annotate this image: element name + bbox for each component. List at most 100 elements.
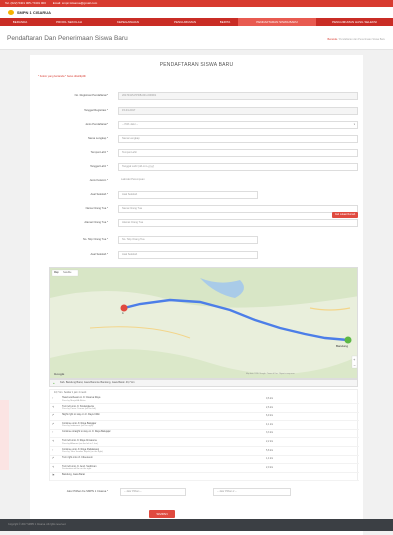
field-value: Tempat Lahir xyxy=(122,151,137,154)
field-input[interactable]: Alamat Orang Tua xyxy=(118,219,358,227)
field-label: Tanggal Registrasi * xyxy=(84,109,108,112)
step-distance: 5,8 km xyxy=(266,448,274,452)
field-value: Nama Orang Tua xyxy=(122,207,142,210)
nav-item-profil[interactable]: PROFIL SEKOLAH xyxy=(40,18,98,26)
field-value: 20170415-PPDB-001-000001 xyxy=(122,94,157,97)
step-instruction: Bandung, Jawa Barat xyxy=(62,473,85,477)
registration-form-card: PENDAFTARAN SISWA BARU * Kolom yang bert… xyxy=(30,55,363,535)
field-input[interactable]: Nama Orang Tua xyxy=(118,205,358,213)
main-nav: BERANDA PROFIL SEKOLAH KEPEGAWAIAN PENGU… xyxy=(0,18,393,26)
nav-item-hasil-seleksi[interactable]: PENGUMUMAN HASIL SELEKSI xyxy=(316,18,393,26)
breadcrumb-home[interactable]: Beranda xyxy=(327,38,336,41)
required-note: * Kolom yang bertanda * harus diisi/dipi… xyxy=(38,75,86,78)
field-value: Tanggal Lahir (dd-mm-yyyy) xyxy=(122,165,155,168)
direction-arrow-icon: ↑ xyxy=(52,396,54,400)
step-distance: 2,6 km xyxy=(266,405,274,409)
field-label: Nama Orang Tua * xyxy=(85,207,108,210)
school-logo-icon[interactable] xyxy=(8,10,14,15)
field-value: Asal Sekolah xyxy=(122,253,138,256)
page-header: Pendaftaran Dan Penerimaan Siswa Baru Be… xyxy=(0,26,393,50)
step-detail: Pass by Pasar Cisarua (on the left) xyxy=(62,408,96,411)
field-radio-group[interactable]: Laki-laki Perempuan xyxy=(118,177,198,185)
route-step[interactable]: ⚑ Bandung, Jawa Barat xyxy=(50,472,359,482)
field-input[interactable]: Nama Lengkap xyxy=(118,135,358,143)
field-input: 15-04-2017 xyxy=(118,107,358,115)
field-label: Jenis Kelamin * xyxy=(89,179,108,182)
step-distance: 1,4 km xyxy=(266,457,274,461)
step-detail: Pass by Indomaret (on the right) xyxy=(62,425,94,428)
jalur-pilihan-label: Jalur Pilihan Ke SMPN 1 Cisarua * xyxy=(66,490,108,493)
direction-arrow-icon: ⚑ xyxy=(52,473,55,478)
map-mode-map[interactable]: Map xyxy=(54,271,59,274)
step-distance: 6,9 km xyxy=(266,414,274,418)
route-header: 43,7 km. Sekitar 1 jam 4 menit xyxy=(54,391,87,394)
field-value: Asal Sekolah xyxy=(122,193,138,196)
breadcrumb: Beranda / Pendaftaran dan Penerimaan Sis… xyxy=(327,38,385,41)
field-input[interactable]: Tanggal Lahir (dd-mm-yyyy) xyxy=(118,163,358,171)
footer: Copyright © 2017 SMPN 1 Cisarua. All rig… xyxy=(0,519,393,531)
start-marker-label: A xyxy=(122,312,124,315)
step-instruction: Slight right to stay on Jl. Raya Cililin xyxy=(62,413,101,417)
field-value: 15-04-2017 xyxy=(122,109,136,112)
direction-arrow-icon: ↱ xyxy=(52,413,55,418)
field-select[interactable]: -- Pilih Jalur -- ▾ xyxy=(118,121,358,129)
form-title: PENDAFTARAN SISWA BARU xyxy=(159,62,234,68)
nav-item-beranda[interactable]: BERANDA xyxy=(0,18,40,26)
find-location-button[interactable]: Cari Lokasi Rumah xyxy=(332,212,358,218)
brand-row: SMPN 1 CISARUA xyxy=(0,7,393,18)
route-map[interactable]: + − Map Satellite A Bandung Google Map d… xyxy=(49,267,358,379)
end-marker-icon xyxy=(344,336,352,344)
step-distance: 3,3 km xyxy=(266,431,274,435)
field-value: Nama Lengkap xyxy=(122,137,140,140)
direction-arrow-icon: ↱ xyxy=(52,456,55,461)
field-value: Alamat Orang Tua xyxy=(122,221,144,224)
field-label: Asal Sekolah * xyxy=(90,193,108,196)
direction-arrow-icon: ↑ xyxy=(52,430,54,435)
field-value: Laki-laki Perempuan xyxy=(121,178,145,181)
field-label: Asal Sekolah * xyxy=(90,253,108,256)
route-summary-text: Kab. Bandung Barat, Jawa Barat ke Bandun… xyxy=(60,381,135,384)
map-mode-satellite[interactable]: Satellite xyxy=(63,271,72,274)
jalur-pilihan-1-select[interactable]: -- Jalur Pilihan -- xyxy=(120,488,186,496)
field-input[interactable]: No. Telp Orang Tua xyxy=(118,236,258,244)
route-marker-icon: ● xyxy=(53,382,55,385)
map-canvas: + − xyxy=(50,268,357,378)
step-instruction: Continue straight to stay on Jl. Raya Ba… xyxy=(62,430,111,434)
start-marker-icon xyxy=(120,304,128,312)
end-city-label: Bandung xyxy=(336,344,349,348)
step-detail: Pass by Alfamart (on the left in 1 km) xyxy=(62,442,98,445)
nav-item-pendaftaran[interactable]: PENDAFTARAN SISWA BARU xyxy=(238,18,316,26)
step-instruction: Turn right onto Jl. Cibeureum xyxy=(62,456,93,460)
field-value: No. Telp Orang Tua xyxy=(122,238,145,241)
field-label: Nama Lengkap * xyxy=(87,137,108,140)
chevron-down-icon: ▾ xyxy=(353,123,355,126)
field-label: Alamat Orang Tua * xyxy=(84,221,108,224)
submit-button[interactable]: SIMPAN xyxy=(149,510,175,518)
field-value: -- Pilih Jalur -- xyxy=(122,123,139,126)
map-attribution[interactable]: Map data ©2017 Google · Terms of Use · R… xyxy=(246,373,295,375)
nav-item-pengumuman[interactable]: PENGUMUMAN xyxy=(158,18,212,26)
route-summary: ● Kab. Bandung Barat, Jawa Barat ke Band… xyxy=(49,379,358,387)
step-distance: 2,2 km xyxy=(266,440,274,443)
nav-item-berita[interactable]: BERITA xyxy=(212,18,238,26)
side-decoration xyxy=(0,400,9,470)
phone-text: Tel. (022) 5401 005 / 5401 000 xyxy=(5,1,46,5)
field-label: Tanggal Lahir * xyxy=(90,165,108,168)
page-title: Pendaftaran Dan Penerimaan Siswa Baru xyxy=(7,35,128,42)
google-logo: Google xyxy=(54,372,65,376)
brand-name[interactable]: SMPN 1 CISARUA xyxy=(17,10,51,15)
field-input[interactable]: Tempat Lahir xyxy=(118,149,358,157)
email-text: Email: smpn1cisarua@gmail.com xyxy=(52,1,98,5)
step-distance: 0,6 km xyxy=(266,397,274,400)
breadcrumb-current: Pendaftaran dan Penerimaan Siswa Baru xyxy=(338,38,385,41)
direction-arrow-icon: ↑ xyxy=(52,447,54,452)
field-input[interactable]: Asal Sekolah xyxy=(118,191,258,199)
field-input: 20170415-PPDB-001-000001 xyxy=(118,92,358,100)
jalur-pilihan-2-select[interactable]: -- Jalur Pilihan 2 -- xyxy=(213,488,291,496)
step-detail: Destination will be on the right xyxy=(62,468,92,471)
field-label: Jenis Pendaftaran* xyxy=(85,123,108,126)
nav-item-kepegawaian[interactable]: KEPEGAWAIAN xyxy=(98,18,158,26)
route-steps: 43,7 km. Sekitar 1 jam 4 menit ↑ Head sou… xyxy=(49,389,359,482)
field-input[interactable]: Asal Sekolah xyxy=(118,251,258,259)
direction-arrow-icon: ↰ xyxy=(52,404,55,409)
